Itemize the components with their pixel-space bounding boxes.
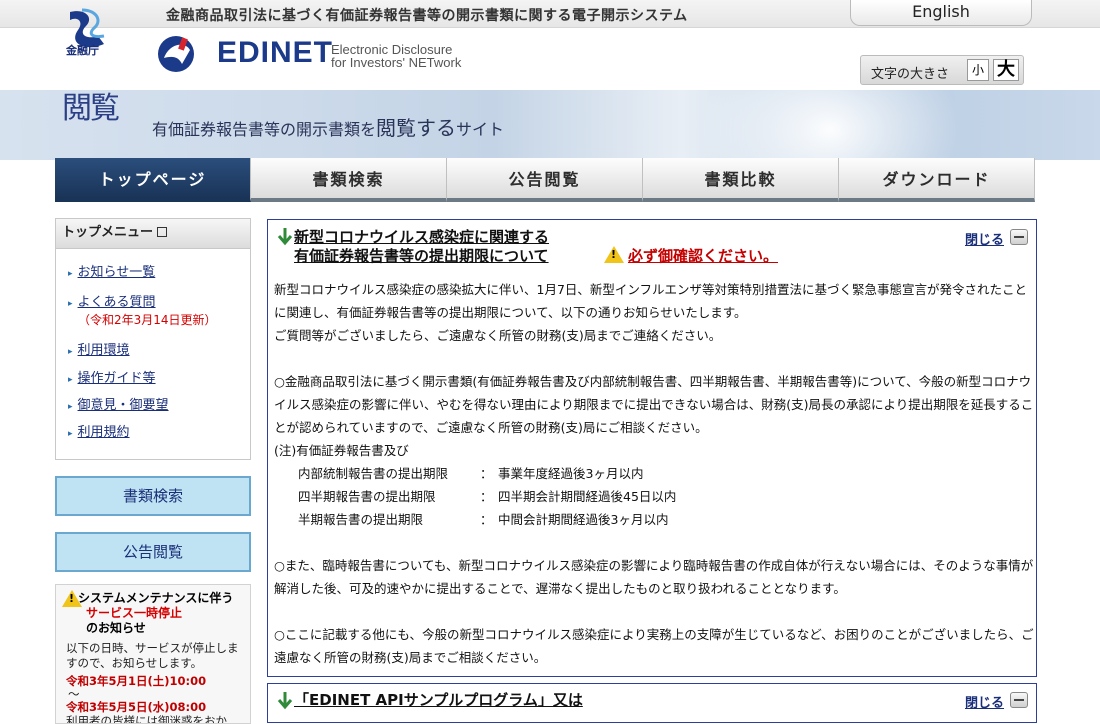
deadline-value: 事業年度経過後3ヶ月以内 (498, 466, 644, 481)
bullet-icon: ▸ (68, 429, 73, 439)
deadline-row: 四半期報告書の提出期限 ： 四半期会計期間経過後45日以内 (274, 485, 1034, 508)
english-link[interactable]: English (850, 0, 1032, 26)
maintenance-body: 以下の日時、サービスが停止しますので、お知らせします。 (66, 641, 239, 670)
down-arrow-icon (277, 692, 293, 710)
edinet-logo-icon[interactable] (156, 34, 196, 74)
tagline-emphasis: 閲覧する (376, 116, 457, 140)
sidebar-item-feedback[interactable]: ▸ 御意見・御要望 (68, 394, 169, 413)
font-large-button[interactable]: 大 (993, 59, 1019, 81)
deadline-label: 内部統制報告書の提出期限 (298, 466, 449, 481)
notice-title-line1[interactable]: 新型コロナウイルス感染症に関連する (294, 226, 549, 247)
notice-title-line2[interactable]: 有価証券報告書等の提出期限について (294, 245, 549, 266)
notice-para-1b: ご質問等がございましたら、ご遠慮なく所管の財務(支)局までご連絡ください。 (274, 328, 722, 343)
deadline-colon: ： (480, 489, 493, 504)
system-title: 金融商品取引法に基づく有価証券報告書等の開示書類に関する電子開示システム (166, 8, 688, 24)
minimize-icon[interactable] (1010, 692, 1028, 708)
bullet-icon: ▸ (68, 402, 73, 412)
deadline-colon: ： (480, 466, 493, 481)
bullet-icon: ▸ (68, 375, 73, 385)
public-notice-link[interactable]: 公告閲覧 (123, 543, 183, 561)
sidebar-item-terms[interactable]: ▸ 利用規約 (68, 421, 130, 440)
font-small-button[interactable]: 小 (967, 59, 989, 81)
notice2-close-link[interactable]: 閉じる (965, 692, 1004, 711)
sidebar-item-environment[interactable]: ▸ 利用環境 (68, 339, 130, 358)
tagline-pre: 有価証券報告書等の開示書類を (152, 120, 377, 139)
maintenance-notice: システムメンテナンスに伴う サービス一時停止 のお知らせ 以下の日時、サービスが… (55, 584, 251, 724)
site-header: 金融庁 金融商品取引法に基づく有価証券報告書等の開示書類に関する電子開示システム… (0, 0, 1100, 90)
font-size-label: 文字の大きさ (871, 67, 950, 82)
sidebar-link-environment[interactable]: 利用環境 (78, 343, 130, 358)
notice-close-link[interactable]: 閉じる (965, 229, 1004, 248)
tagline-post: サイト (456, 120, 505, 139)
deadline-label: 半期報告書の提出期限 (298, 512, 424, 527)
main-nav: トップページ 書類検索 公告閲覧 書類比較 ダウンロード (55, 158, 1035, 206)
notice-para-4: ○ここに記載する他にも、今般の新型コロナウイルス感染症により実務上の支障が生じて… (274, 627, 1034, 665)
maintenance-tail: 利用者の皆様には御迷惑をおか (66, 714, 227, 724)
font-size-switcher: 文字の大きさ 小 大 (860, 55, 1024, 85)
banner-kanji: 閲覧 (62, 91, 120, 126)
deadline-label: 四半期報告書の提出期限 (298, 489, 436, 504)
edinet-logo-text[interactable]: EDINET (217, 36, 333, 70)
notice-body: 新型コロナウイルス感染症の感染拡大に伴い、1月7日、新型インフルエンザ等対策特別… (274, 278, 1034, 669)
notice-header: 新型コロナウイルス感染症に関連する 有価証券報告書等の提出期限について 必ず御確… (268, 220, 1036, 268)
sidebar-link-feedback[interactable]: 御意見・御要望 (78, 398, 169, 413)
top-menu-panel: トップメニュー ▸ お知らせ一覧 ▸ よくある質問 （令和2年3月14日更新） ▸ 利… (55, 218, 251, 460)
maintenance-title-3: のお知らせ (86, 621, 146, 635)
document-search-button[interactable]: 書類検索 (55, 476, 251, 516)
bullet-icon: ▸ (68, 347, 73, 357)
notice-note-head: (注)有価証券報告書及び (274, 443, 409, 458)
sidebar: トップメニュー ▸ お知らせ一覧 ▸ よくある質問 （令和2年3月14日更新） ▸ 利… (55, 218, 251, 724)
maintenance-start: 令和3年5月1日(土)10:00 (66, 674, 207, 688)
notice-para-1: 新型コロナウイルス感染症の感染拡大に伴い、1月7日、新型インフルエンザ等対策特別… (274, 282, 1028, 320)
notice-para-2: ○金融商品取引法に基づく開示書類(有価証券報告書及び内部統制報告書、四半期報告書… (274, 374, 1034, 435)
sidebar-link-terms[interactable]: 利用規約 (78, 425, 130, 440)
tab-download[interactable]: ダウンロード (839, 158, 1035, 202)
public-notice-button[interactable]: 公告閲覧 (55, 532, 251, 572)
sidebar-link-faq[interactable]: よくある質問 (78, 295, 156, 310)
must-confirm-link[interactable]: 必ず御確認ください。 (628, 245, 778, 266)
deadline-value: 中間会計期間経過後3ヶ月以内 (498, 512, 669, 527)
tab-top-page[interactable]: トップページ (55, 158, 251, 202)
sidebar-item-guide[interactable]: ▸ 操作ガイド等 (68, 367, 156, 386)
top-menu-title: トップメニュー (62, 225, 154, 240)
tab-document-search[interactable]: 書類検索 (251, 158, 447, 202)
document-search-link[interactable]: 書類検索 (123, 487, 183, 505)
sidebar-link-guide[interactable]: 操作ガイド等 (78, 371, 156, 386)
sidebar-item-faq[interactable]: ▸ よくある質問 (68, 291, 156, 310)
covid-notice-panel: 新型コロナウイルス感染症に関連する 有価証券報告書等の提出期限について 必ず御確… (267, 219, 1037, 677)
tab-document-compare[interactable]: 書類比較 (643, 158, 839, 202)
banner-glow (700, 90, 960, 160)
bullet-icon: ▸ (68, 299, 73, 309)
notice-para-3: ○また、臨時報告書についても、新型コロナウイルス感染症の影響により臨時報告書の作… (274, 558, 1034, 596)
top-menu-header: トップメニュー (56, 219, 250, 249)
deadline-row: 半期報告書の提出期限 ： 中間会計期間経過後3ヶ月以内 (274, 508, 1034, 531)
minimize-icon[interactable] (1010, 229, 1028, 245)
bullet-icon: ▸ (68, 269, 73, 279)
tab-public-notice[interactable]: 公告閲覧 (447, 158, 643, 202)
external-window-icon[interactable] (157, 227, 168, 237)
down-arrow-icon (277, 228, 293, 246)
deadline-row: 内部統制報告書の提出期限 ： 事業年度経過後3ヶ月以内 (274, 462, 1034, 485)
deadline-colon: ： (480, 512, 493, 527)
edinet-logo-subtitle: Electronic Disclosure for Investors' NET… (331, 43, 461, 69)
faq-updated-note: （令和2年3月14日更新） (78, 313, 217, 327)
deadline-value: 四半期会計期間経過後45日以内 (498, 489, 677, 504)
edinet-subtitle-line2: for Investors' NETwork (331, 55, 462, 70)
sidebar-item-news[interactable]: ▸ お知らせ一覧 (68, 261, 155, 280)
banner-tagline: 有価証券報告書等の開示書類を閲覧するサイト (152, 112, 504, 141)
api-sample-notice-panel: 「EDINET APIサンプルプログラム」又は 閉じる (267, 683, 1037, 723)
sidebar-link-news[interactable]: お知らせ一覧 (78, 265, 156, 280)
fsa-label: 金融庁 (66, 44, 99, 57)
notice2-title-line1[interactable]: 「EDINET APIサンプルプログラム」又は (294, 689, 583, 710)
warning-icon (604, 246, 624, 263)
